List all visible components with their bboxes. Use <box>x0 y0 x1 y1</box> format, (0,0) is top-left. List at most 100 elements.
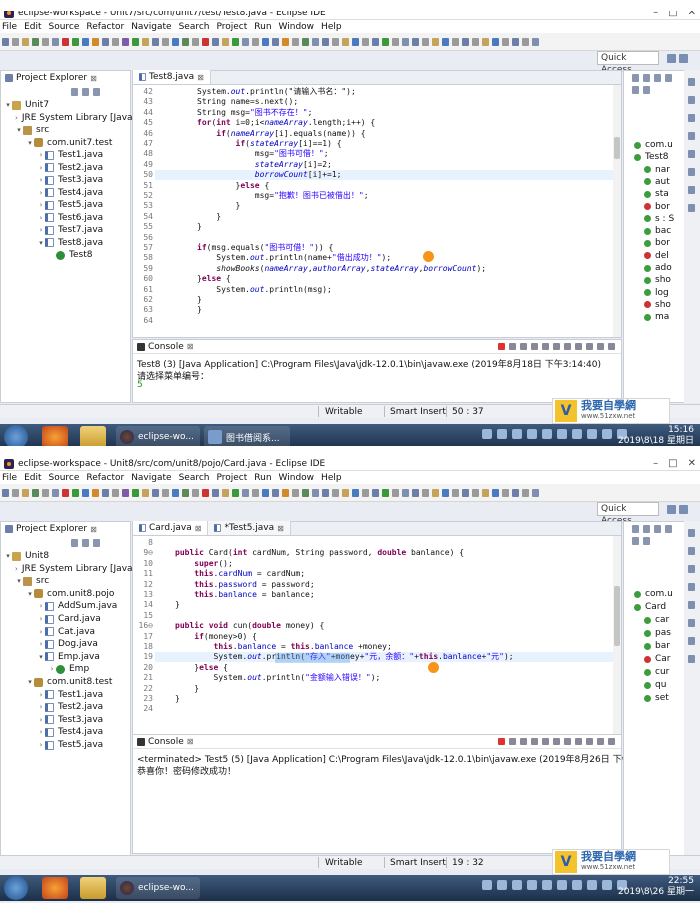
outline-item[interactable]: Card <box>634 601 666 613</box>
tree-item[interactable]: › Test5.java <box>1 199 132 211</box>
volume-icon[interactable] <box>497 429 507 439</box>
side-view-icon[interactable] <box>688 78 695 86</box>
hide-nonpublic-icon[interactable] <box>665 74 672 82</box>
toolbar-button-icon[interactable] <box>252 37 259 46</box>
menu-project[interactable]: Project <box>216 473 247 483</box>
settings-icon[interactable] <box>602 880 612 890</box>
battery-icon[interactable] <box>557 880 567 890</box>
outline-item[interactable]: sho <box>644 299 671 311</box>
remove-launch-icon[interactable] <box>509 738 516 745</box>
side-view-icon[interactable] <box>688 114 695 122</box>
menu-run[interactable]: Run <box>254 22 271 32</box>
toolbar-button-icon[interactable] <box>342 37 349 46</box>
toolbar-button-icon[interactable] <box>372 37 379 46</box>
tree-expander-icon[interactable]: › <box>37 226 45 234</box>
tree-item[interactable]: ▾ com.unit8.pojo <box>1 588 132 600</box>
tree-expander-icon[interactable]: ▾ <box>37 239 45 247</box>
toolbar-button-icon[interactable] <box>482 488 489 497</box>
side-view-icon[interactable] <box>688 96 695 104</box>
close-icon[interactable]: ⊠ <box>197 73 204 82</box>
toolbar-button-icon[interactable] <box>72 488 79 497</box>
toolbar-button-icon[interactable] <box>492 488 499 497</box>
toolbar-button-icon[interactable] <box>52 488 59 497</box>
toolbar-button-icon[interactable] <box>522 488 529 497</box>
clear-console-icon[interactable] <box>531 343 538 350</box>
remove-all-icon[interactable] <box>520 738 527 745</box>
toolbar-button-icon[interactable] <box>382 37 389 46</box>
toolbar-button-icon[interactable] <box>272 488 279 497</box>
menu-file[interactable]: File <box>2 22 17 32</box>
tab-project-explorer[interactable]: Project Explorer ⊠ <box>1 522 101 536</box>
side-view-icon[interactable] <box>688 132 695 140</box>
side-view-icon[interactable] <box>688 601 695 609</box>
battery-icon[interactable] <box>557 429 567 439</box>
tree-expander-icon[interactable]: ▾ <box>4 101 12 109</box>
close-icon[interactable]: ✕ <box>688 458 696 469</box>
toolbar-button-icon[interactable] <box>462 488 469 497</box>
toolbar-button-icon[interactable] <box>492 37 499 46</box>
toolbar-button-icon[interactable] <box>32 488 39 497</box>
open-perspective-icon[interactable] <box>667 504 676 514</box>
open-console-icon[interactable] <box>586 343 593 350</box>
toolbar-button-icon[interactable] <box>422 37 429 46</box>
tree-expander-icon[interactable]: ▾ <box>15 126 23 134</box>
hide-fields-icon[interactable] <box>643 74 650 82</box>
remove-launch-icon[interactable] <box>509 343 516 350</box>
system-clock[interactable]: 15:16 2019\8\18 星期日 <box>618 425 694 447</box>
outline-item[interactable]: cur <box>644 666 669 678</box>
toolbar-button-icon[interactable] <box>12 488 19 497</box>
toolbar-button-icon[interactable] <box>282 488 289 497</box>
scrollbar-thumb[interactable] <box>614 137 620 159</box>
firefox-icon[interactable] <box>42 877 68 899</box>
menu-help[interactable]: Help <box>321 22 342 32</box>
tree-item[interactable]: ▾ com.unit7.test <box>1 137 132 149</box>
toolbar-button-icon[interactable] <box>332 488 339 497</box>
pin-console-icon[interactable] <box>564 738 571 745</box>
tree-item[interactable]: ▾ Unit7 <box>1 99 132 111</box>
toolbar-button-icon[interactable] <box>362 488 369 497</box>
toolbar-button-icon[interactable] <box>532 488 539 497</box>
menu-file[interactable]: File <box>2 473 17 483</box>
close-icon[interactable]: ⊠ <box>187 342 194 351</box>
toolbar-button-icon[interactable] <box>472 488 479 497</box>
maximize-icon[interactable] <box>608 738 615 745</box>
toolbar-button-icon[interactable] <box>302 488 309 497</box>
toolbar-button-icon[interactable] <box>182 488 189 497</box>
toolbar-button-icon[interactable] <box>332 37 339 46</box>
outline-item[interactable]: bac <box>644 225 671 237</box>
tree-expander-icon[interactable]: ▾ <box>26 678 34 686</box>
toolbar-button-icon[interactable] <box>532 37 539 46</box>
menu-refactor[interactable]: Refactor <box>86 22 124 32</box>
outline-item[interactable]: bor <box>644 201 670 213</box>
collapse-all-icon[interactable] <box>71 539 78 547</box>
taskbar-task-eclipse[interactable]: eclipse-wo... <box>116 877 200 899</box>
tree-item[interactable]: › Test1.java <box>1 689 132 701</box>
clear-console-icon[interactable] <box>531 738 538 745</box>
tree-expander-icon[interactable]: › <box>37 615 45 623</box>
toolbar-button-icon[interactable] <box>192 488 199 497</box>
side-view-icon[interactable] <box>688 529 695 537</box>
outline-item[interactable]: Test8 <box>634 151 668 163</box>
menu-source[interactable]: Source <box>49 473 80 483</box>
file-explorer-icon[interactable] <box>80 877 106 899</box>
tree-expander-icon[interactable]: › <box>37 628 45 636</box>
outline-item[interactable]: set <box>644 692 669 704</box>
toolbar-button-icon[interactable] <box>222 37 229 46</box>
maximize-icon[interactable]: □ <box>668 458 677 469</box>
view-menu-icon[interactable] <box>93 88 100 96</box>
outline-item[interactable]: com.u <box>634 139 673 151</box>
link-editor-icon[interactable] <box>82 88 89 96</box>
network-icon[interactable] <box>482 880 492 890</box>
chat-icon[interactable] <box>587 880 597 890</box>
sort-icon[interactable] <box>632 525 639 533</box>
outline-item[interactable]: ado <box>644 262 672 274</box>
toolbar-button-icon[interactable] <box>312 37 319 46</box>
view-menu-icon[interactable] <box>93 539 100 547</box>
outline-item[interactable]: log <box>644 287 669 299</box>
editor-tab[interactable]: *Test5.java ⊠ <box>208 521 291 535</box>
java-perspective-icon[interactable] <box>679 504 688 514</box>
toolbar-button-icon[interactable] <box>112 488 119 497</box>
tree-item[interactable]: ▾ Emp.java <box>1 651 132 663</box>
view-menu-icon[interactable] <box>643 86 650 94</box>
tree-item[interactable]: ▾ src <box>1 124 132 136</box>
